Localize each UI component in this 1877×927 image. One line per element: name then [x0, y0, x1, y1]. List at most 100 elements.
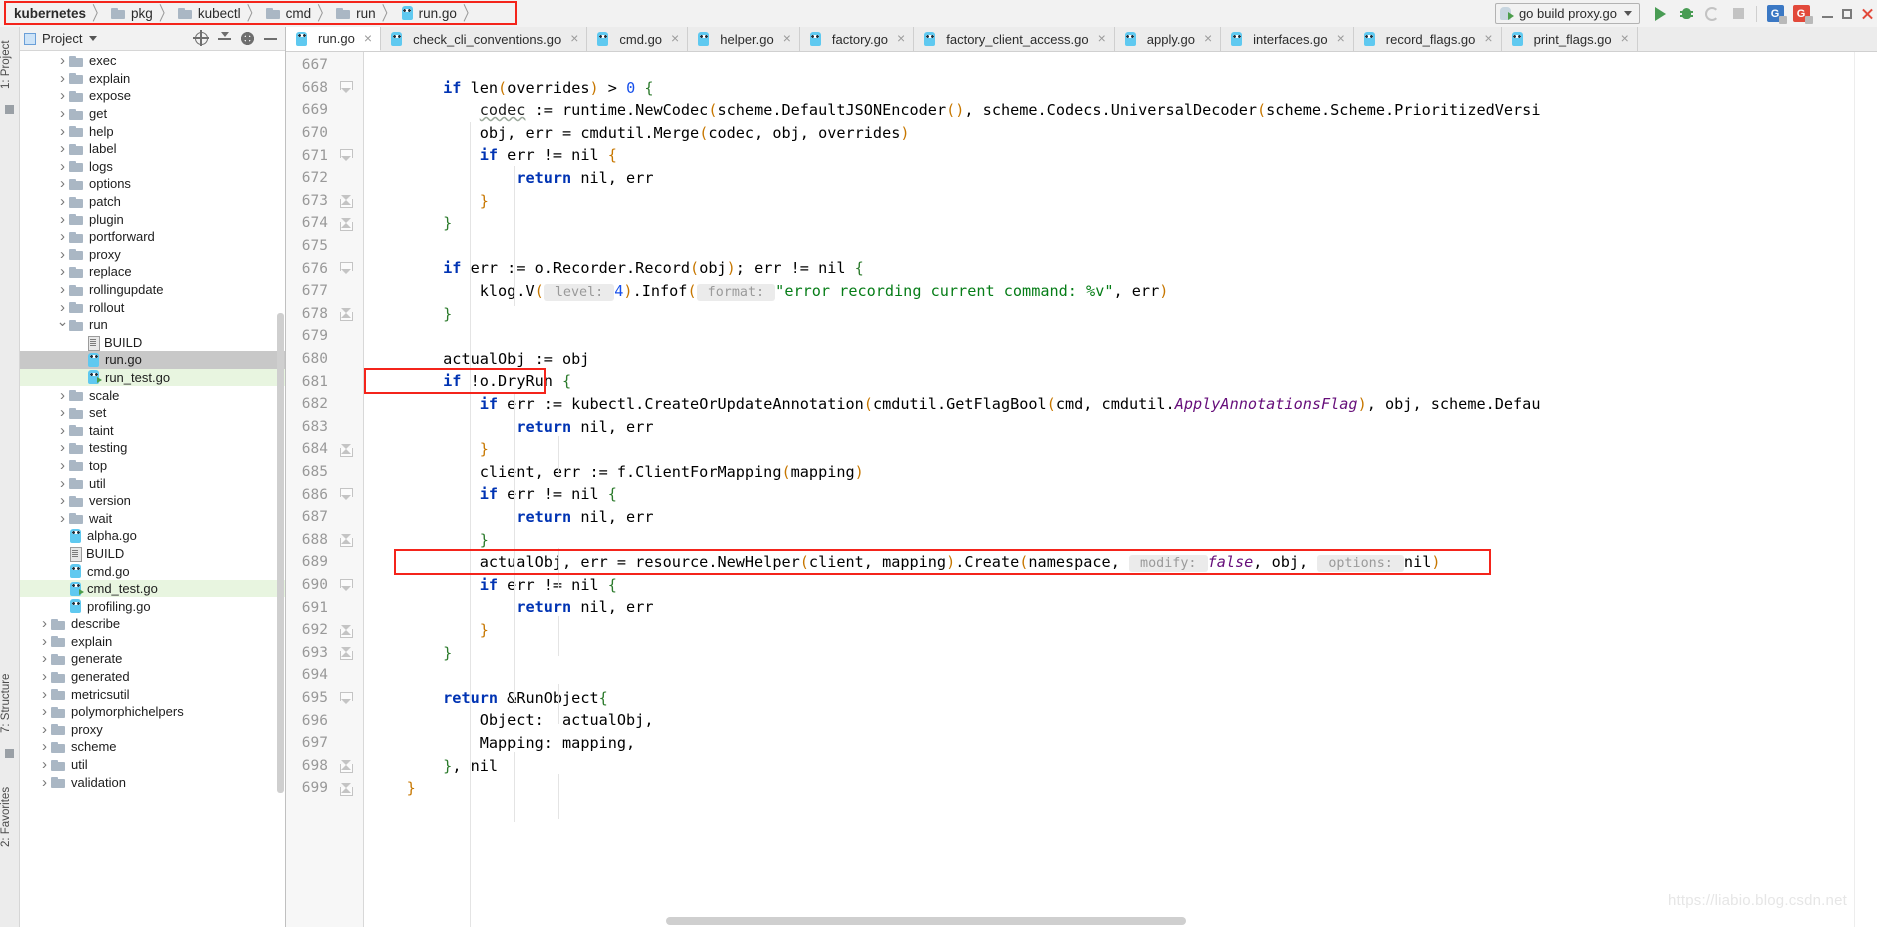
chevron-down-icon[interactable] — [89, 36, 98, 41]
editor-tab-factory-client-access-go[interactable]: factory_client_access.go × — [914, 27, 1115, 51]
rerun-button[interactable] — [1699, 1, 1725, 27]
chevron-right-icon[interactable] — [38, 651, 51, 666]
tree-item-expose[interactable]: expose — [20, 87, 285, 105]
gutter-line[interactable]: 669 — [286, 99, 364, 122]
stop-button[interactable] — [1725, 1, 1751, 27]
tree-item-set[interactable]: set — [20, 404, 285, 422]
chevron-right-icon[interactable] — [56, 159, 69, 174]
editor-tab-apply-go[interactable]: apply.go × — [1114, 27, 1222, 51]
chevron-right-icon[interactable] — [56, 440, 69, 455]
tree-item-explain[interactable]: explain — [20, 70, 285, 88]
close-tab-icon[interactable]: × — [1204, 31, 1212, 45]
tree-item-build[interactable]: BUILD — [20, 334, 285, 352]
tree-item-patch[interactable]: patch — [20, 193, 285, 211]
tree-item-taint[interactable]: taint — [20, 421, 285, 439]
code-line[interactable]: } — [364, 212, 452, 235]
chevron-right-icon[interactable] — [56, 194, 69, 209]
tree-item-polymorphichelpers[interactable]: polymorphichelpers — [20, 703, 285, 721]
fold-marker-icon[interactable] — [340, 782, 353, 796]
gutter-line[interactable]: 690 — [286, 574, 364, 597]
code-line[interactable]: if err != nil { — [364, 483, 617, 506]
code-line[interactable]: }, nil — [364, 755, 498, 778]
rail-item-project[interactable]: 1: Project — [0, 31, 20, 99]
chevron-right-icon[interactable] — [38, 722, 51, 737]
chevron-right-icon[interactable] — [56, 511, 69, 526]
editor-tab-helper-go[interactable]: helper.go × — [688, 27, 800, 51]
code-line[interactable]: klog.V( level: 4).Infof( format: "error … — [364, 280, 1168, 303]
debug-button[interactable] — [1673, 1, 1699, 27]
gutter-line[interactable]: 667 — [286, 54, 364, 77]
chevron-right-icon[interactable] — [38, 704, 51, 719]
chevron-right-icon[interactable] — [56, 388, 69, 403]
breadcrumb-item-cmd[interactable]: cmd 〉 — [265, 2, 337, 24]
gutter-line[interactable]: 697 — [286, 732, 364, 755]
chevron-down-icon[interactable] — [1624, 11, 1632, 16]
tree-item-cmd-test-go[interactable]: cmd_test.go — [20, 579, 285, 598]
code-line[interactable] — [364, 54, 370, 77]
code-line[interactable]: if err := kubectl.CreateOrUpdateAnnotati… — [364, 393, 1541, 416]
chevron-right-icon[interactable] — [38, 687, 51, 702]
gutter-line[interactable]: 682 — [286, 393, 364, 416]
chevron-right-icon[interactable] — [38, 757, 51, 772]
fold-marker-icon[interactable] — [340, 217, 353, 231]
chevron-right-icon[interactable] — [56, 212, 69, 227]
run-button[interactable] — [1647, 1, 1673, 27]
code-line[interactable]: return nil, err — [364, 506, 653, 529]
gutter-line[interactable]: 692 — [286, 619, 364, 642]
code-line[interactable]: return &RunObject{ — [364, 687, 608, 710]
project-tree-scrollbar[interactable] — [277, 313, 284, 793]
tree-item-top[interactable]: top — [20, 457, 285, 475]
breadcrumb-item-run[interactable]: run 〉 — [336, 2, 401, 24]
code-line[interactable]: if err := o.Recorder.Record(obj); err !=… — [364, 257, 864, 280]
tree-item-describe[interactable]: describe — [20, 615, 285, 633]
fold-marker-icon[interactable] — [340, 307, 353, 322]
chevron-right-icon[interactable] — [56, 176, 69, 191]
tree-item-metricsutil[interactable]: metricsutil — [20, 685, 285, 703]
code-line[interactable] — [364, 325, 370, 348]
tree-item-version[interactable]: version — [20, 492, 285, 510]
chevron-right-icon[interactable] — [56, 423, 69, 438]
chevron-right-icon[interactable] — [56, 106, 69, 121]
chevron-right-icon[interactable] — [56, 71, 69, 86]
chevron-right-icon[interactable] — [56, 458, 69, 473]
tree-item-profiling-go[interactable]: profiling.go — [20, 597, 285, 615]
chevron-down-icon[interactable] — [56, 317, 69, 332]
tree-item-generate[interactable]: generate — [20, 650, 285, 668]
tree-item-help[interactable]: help — [20, 122, 285, 140]
gutter-line[interactable]: 698 — [286, 755, 364, 778]
rail-item-favorites[interactable]: 2: Favorites — [0, 772, 20, 862]
breadcrumb-item-pkg[interactable]: pkg 〉 — [111, 2, 178, 24]
chevron-right-icon[interactable] — [56, 282, 69, 297]
tree-item-scheme[interactable]: scheme — [20, 738, 285, 756]
git-button[interactable]: G — [1788, 1, 1814, 27]
close-tab-icon[interactable]: × — [570, 31, 578, 45]
gutter-line[interactable]: 687 — [286, 506, 364, 529]
gear-icon[interactable] — [241, 32, 254, 45]
code-line[interactable]: codec := runtime.NewCodec(scheme.Default… — [364, 99, 1541, 122]
tree-item-alpha-go[interactable]: alpha.go — [20, 527, 285, 545]
gutter-line[interactable]: 671 — [286, 144, 364, 167]
fold-marker-icon[interactable] — [340, 624, 353, 638]
close-icon[interactable] — [1861, 8, 1873, 20]
chevron-right-icon[interactable] — [38, 616, 51, 631]
tree-item-generated[interactable]: generated — [20, 668, 285, 686]
tree-item-explain[interactable]: explain — [20, 633, 285, 651]
editor-body[interactable]: 667 668 669 670 671 672 673 674 675 676 677 678 679 6… — [286, 52, 1877, 927]
fold-marker-icon[interactable] — [340, 533, 353, 548]
chevron-right-icon[interactable] — [56, 88, 69, 103]
breadcrumb-item-kubernetes[interactable]: kubernetes 〉 — [14, 2, 111, 24]
tree-item-util[interactable]: util — [20, 756, 285, 774]
gutter-line[interactable]: 693 — [286, 642, 364, 665]
gutter-line[interactable]: 681 — [286, 370, 364, 393]
tree-item-label[interactable]: label — [20, 140, 285, 158]
code-line[interactable]: actualObj := obj — [364, 348, 589, 371]
tree-item-build[interactable]: BUILD — [20, 545, 285, 563]
editor-tab-interfaces-go[interactable]: interfaces.go × — [1221, 27, 1354, 51]
tree-item-proxy[interactable]: proxy — [20, 721, 285, 739]
gutter-line[interactable]: 689 — [286, 551, 364, 574]
code-line[interactable]: return nil, err — [364, 167, 653, 190]
tree-item-replace[interactable]: replace — [20, 263, 285, 281]
fold-marker-icon[interactable] — [340, 262, 353, 275]
tree-item-rollingupdate[interactable]: rollingupdate — [20, 281, 285, 299]
close-tab-icon[interactable]: × — [1484, 31, 1492, 45]
